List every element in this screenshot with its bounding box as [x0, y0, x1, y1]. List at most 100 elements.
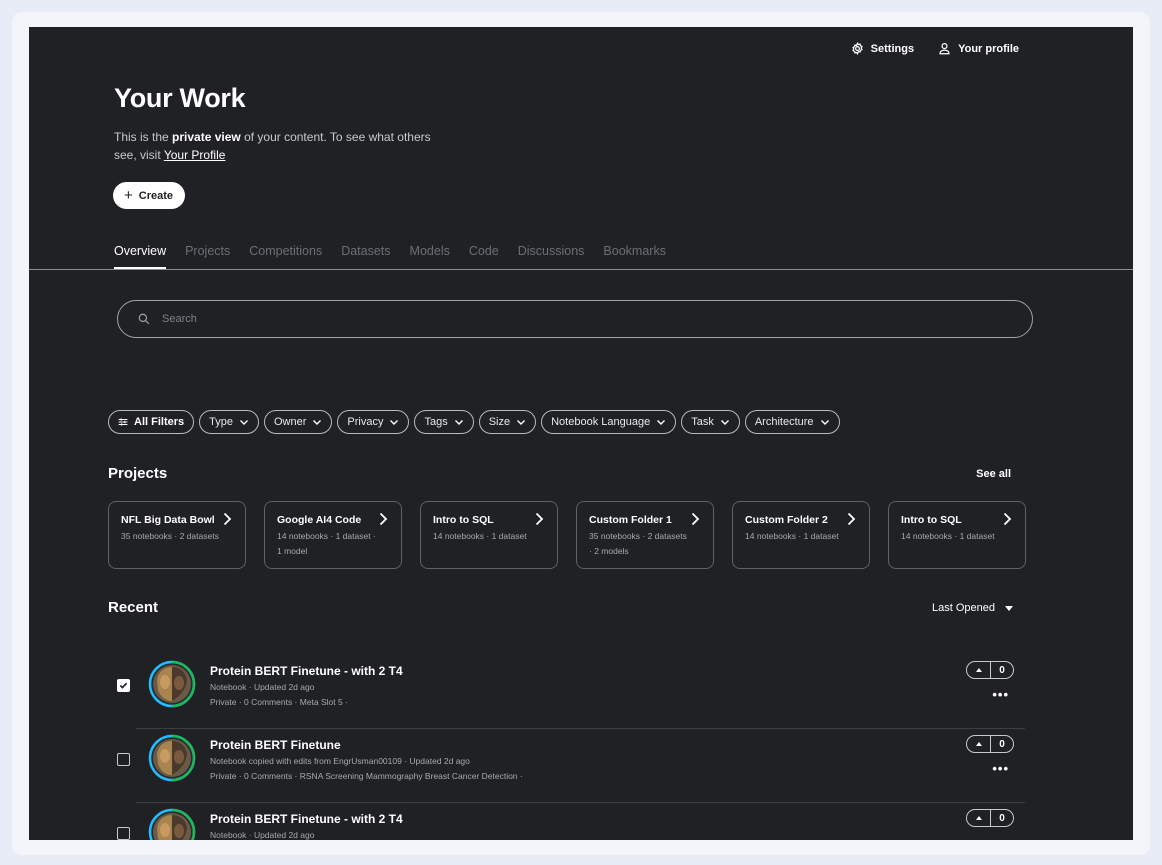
item-subtitle: Notebook · Updated 2d ago — [210, 682, 315, 692]
upvote-icon — [967, 662, 991, 678]
project-meta: 35 notebooks · 2 datasets · 2 models — [589, 531, 687, 556]
filter-label: Type — [209, 416, 233, 428]
chevron-down-icon — [820, 420, 829, 425]
list-item[interactable]: Protein BERT Finetune - with 2 T4 Notebo… — [108, 655, 1025, 729]
vote-count: 0 — [999, 812, 1005, 824]
upvote-button[interactable]: 0 — [966, 809, 1014, 827]
projects-list: NFL Big Data Bowl 35 notebooks · 2 datas… — [108, 501, 1026, 569]
project-name: Google AI4 Code — [277, 514, 362, 526]
tab-datasets[interactable]: Datasets — [341, 244, 390, 269]
project-card[interactable]: Intro to SQL 14 notebooks · 1 dataset — [420, 501, 558, 569]
tab-bookmarks[interactable]: Bookmarks — [603, 244, 666, 269]
search-input[interactable]: Search — [117, 300, 1033, 338]
chevron-down-icon — [390, 420, 399, 425]
project-meta: 14 notebooks · 1 dataset — [433, 531, 527, 541]
recent-heading: Recent — [108, 599, 159, 616]
tab-models[interactable]: Models — [410, 244, 450, 269]
row-checkbox[interactable] — [117, 753, 130, 766]
item-details: Private · 0 Comments · Meta Slot 5 · — [210, 697, 348, 707]
chevron-down-icon — [454, 420, 463, 425]
tab-bar: Overview Projects Competitions Datasets … — [114, 244, 666, 269]
vote-count: 0 — [999, 664, 1005, 676]
page-description: This is the private view of your content… — [114, 128, 434, 164]
project-name: Intro to SQL — [433, 514, 494, 526]
more-horizontal-icon[interactable]: ••• — [992, 762, 1009, 775]
search-icon — [138, 313, 150, 325]
project-name: Intro to SQL — [901, 514, 962, 526]
chevron-down-icon — [313, 420, 322, 425]
chevron-right-icon — [535, 512, 544, 526]
upvote-icon — [967, 736, 991, 752]
chevron-down-icon — [720, 420, 729, 425]
filter-label: Owner — [273, 416, 307, 428]
your-profile-link[interactable]: Your Profile — [164, 148, 226, 162]
all-filters-button[interactable]: All Filters — [108, 410, 195, 434]
chevron-down-icon — [517, 420, 526, 425]
plus-icon: + — [124, 187, 133, 204]
filter-bar: All Filters Type Owner Privacy Tags Size… — [108, 410, 840, 434]
list-item[interactable]: Protein BERT Finetune Notebook copied wi… — [108, 729, 1025, 803]
settings-link[interactable]: Settings — [851, 42, 914, 55]
chevron-right-icon — [691, 512, 700, 526]
filter-task[interactable]: Task — [681, 410, 740, 434]
filter-label: Architecture — [754, 416, 814, 428]
see-all-link[interactable]: See all — [976, 468, 1011, 480]
tab-code[interactable]: Code — [469, 244, 499, 269]
upvote-button[interactable]: 0 — [966, 661, 1014, 679]
list-item[interactable]: Protein BERT Finetune - with 2 T4 Notebo… — [108, 803, 1025, 840]
project-name: Custom Folder 1 — [589, 514, 672, 526]
tab-overview[interactable]: Overview — [114, 244, 167, 269]
profile-link[interactable]: Your profile — [938, 42, 1019, 55]
row-checkbox[interactable] — [117, 679, 130, 692]
upvote-button[interactable]: 0 — [966, 735, 1014, 753]
more-horizontal-icon[interactable]: ••• — [992, 688, 1009, 701]
row-checkbox[interactable] — [117, 827, 130, 840]
filter-architecture[interactable]: Architecture — [744, 410, 840, 434]
item-details: Private · 0 Comments · RSNA Screening Ma… — [210, 771, 523, 781]
avatar — [148, 734, 196, 782]
search-placeholder: Search — [162, 313, 197, 325]
filter-label: Tags — [424, 416, 448, 428]
chevron-right-icon — [223, 512, 232, 526]
tab-competitions[interactable]: Competitions — [249, 244, 322, 269]
settings-label: Settings — [870, 42, 915, 55]
filter-label: Task — [691, 416, 714, 428]
filter-notebook-language[interactable]: Notebook Language — [541, 410, 677, 434]
project-name: Custom Folder 2 — [745, 514, 828, 526]
projects-heading: Projects — [108, 465, 168, 482]
item-subtitle: Notebook · Updated 2d ago — [210, 830, 315, 840]
filter-tags[interactable]: Tags — [414, 410, 474, 434]
avatar — [148, 808, 196, 840]
item-title[interactable]: Protein BERT Finetune - with 2 T4 — [210, 664, 403, 678]
filter-label: Size — [488, 416, 511, 428]
profile-label: Your profile — [958, 42, 1019, 55]
create-button[interactable]: + Create — [113, 182, 186, 209]
tabs-divider — [29, 269, 1133, 270]
filter-type[interactable]: Type — [199, 410, 259, 434]
filter-privacy[interactable]: Privacy — [337, 410, 410, 434]
item-subtitle: Notebook copied with edits from EngrUsma… — [210, 756, 470, 766]
upvote-icon — [967, 810, 991, 826]
project-card[interactable]: Google AI4 Code 14 notebooks · 1 dataset… — [264, 501, 402, 569]
project-card[interactable]: Intro to SQL 14 notebooks · 1 dataset — [888, 501, 1026, 569]
project-card[interactable]: Custom Folder 2 14 notebooks · 1 dataset — [732, 501, 870, 569]
sliders-icon — [118, 418, 128, 426]
project-card[interactable]: Custom Folder 1 35 notebooks · 2 dataset… — [576, 501, 714, 569]
gear-icon — [851, 42, 863, 55]
project-card[interactable]: NFL Big Data Bowl 35 notebooks · 2 datas… — [108, 501, 246, 569]
chevron-down-icon — [657, 420, 666, 425]
filter-owner[interactable]: Owner — [263, 410, 333, 434]
filter-size[interactable]: Size — [478, 410, 537, 434]
user-icon — [939, 43, 950, 55]
filter-label: Privacy — [347, 416, 384, 428]
item-title[interactable]: Protein BERT Finetune - with 2 T4 — [210, 812, 403, 826]
tab-discussions[interactable]: Discussions — [518, 244, 585, 269]
page-title: Your Work — [114, 83, 246, 113]
tab-projects[interactable]: Projects — [185, 244, 230, 269]
chevron-right-icon — [379, 512, 388, 526]
project-meta: 14 notebooks · 1 dataset · 1 model — [277, 531, 376, 556]
sort-dropdown[interactable]: Last Opened — [932, 602, 1013, 614]
desc-pre: This is the — [114, 130, 173, 144]
item-title[interactable]: Protein BERT Finetune — [210, 738, 341, 752]
filter-label: Notebook Language — [551, 416, 651, 428]
